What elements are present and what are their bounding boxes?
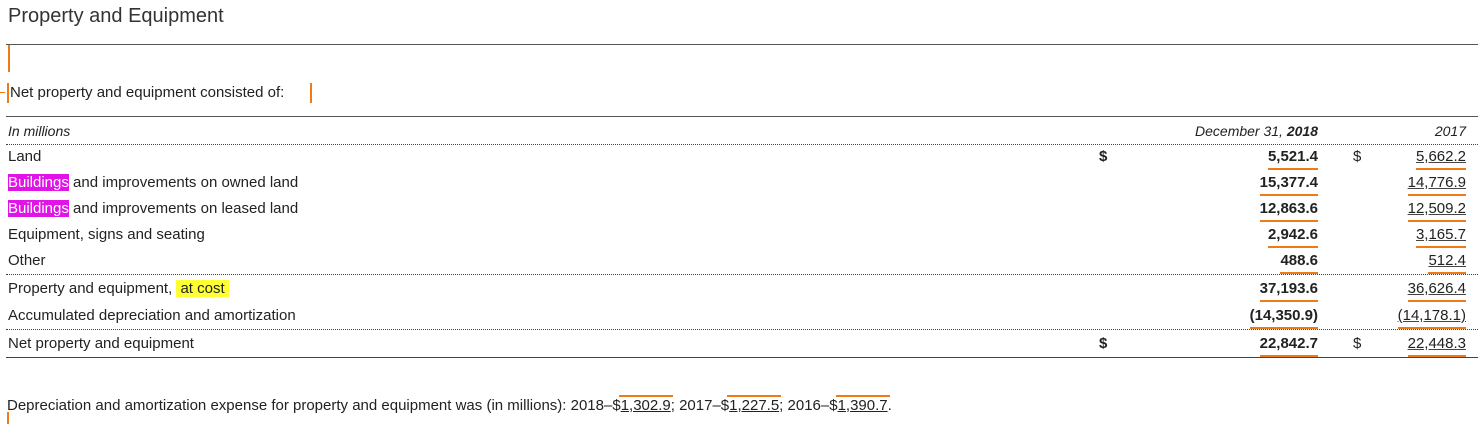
row-label: Net property and equipment [8,335,194,352]
value-2017-text: (14,178.1) [1397,307,1467,329]
text-cursor-marker [8,45,10,72]
value-2018: 12,863.6 [1259,196,1319,222]
table-row: Other 488.6 512.4 [6,248,1478,275]
value-2018: 15,377.4 [1259,170,1319,196]
value-2017: 512.4 [1428,248,1466,274]
value-2018-text: 22,842.7 [1259,335,1319,357]
row-label: Other [8,252,46,269]
intro-text: Net property and equipment consisted of: [10,84,285,101]
value-2018-text: 15,377.4 [1259,174,1319,196]
row-label: Buildings and improvements on leased lan… [8,196,298,222]
value-2018: 5,521.4 [1267,144,1319,170]
value-2017: 22,448.3 [1407,331,1467,357]
value-2018: (14,350.9) [1249,303,1319,329]
column-header-2018: December 31, 2018 [1195,118,1318,144]
value-2017-text: 12,509.2 [1407,200,1467,222]
value-2017: 5,662.2 [1415,144,1467,170]
footnote-amount-2017: 1,227.5 [727,395,782,414]
search-highlight: Buildings [8,200,69,217]
value-2017-text: 3,165.7 [1415,226,1467,248]
value-2018-text: 488.6 [1280,252,1318,274]
footnote-text: ; 2016–$ [779,397,838,414]
table-row-total: Net property and equipment $ 22,842.7 $ … [6,331,1478,358]
search-highlight: Buildings [8,174,69,191]
footnote-amount-2018: 1,302.9 [618,395,673,414]
value-2018: 37,193.6 [1259,276,1319,302]
value-2017: 3,165.7 [1415,222,1467,248]
value-2017-text: 512.4 [1428,252,1466,274]
text-cursor-marker [7,412,9,424]
value-2018-text: (14,350.9) [1249,307,1319,329]
text-cursor-tick [0,92,5,93]
table-row: Property and equipment, at cost 37,193.6… [6,276,1478,302]
currency-symbol-2018: $ [1099,335,1108,352]
table-row: Land $ 5,521.4 $ 5,662.2 [6,144,1478,170]
value-2018: 22,842.7 [1259,331,1319,357]
currency-symbol-2017: $ [1353,335,1362,352]
table-row: Equipment, signs and seating 2,942.6 3,1… [6,222,1478,248]
page-title: Property and Equipment [8,5,224,27]
value-2017-text: 14,776.9 [1407,174,1467,196]
footnote-text: ; 2017–$ [670,397,730,414]
value-2018: 2,942.6 [1267,222,1319,248]
value-2017-text: 22,448.3 [1407,335,1467,357]
footnote-text: . [887,397,892,414]
row-label: Property and equipment, at cost [8,276,229,302]
row-label: Land [8,144,41,170]
table-top-rule [6,116,1478,117]
label-text: Property and equipment, [8,280,177,297]
value-2018-text: 2,942.6 [1267,226,1319,248]
table-row: Buildings and improvements on leased lan… [6,196,1478,222]
value-2018-text: 37,193.6 [1259,280,1319,302]
text-cursor-marker [7,83,9,103]
currency-symbol-2018: $ [1099,148,1108,165]
table-header-row: In millions December 31, 2018 2017 [6,118,1478,145]
column-header-2017: 2017 [1434,123,1466,139]
currency-symbol-2017: $ [1353,148,1362,165]
value-2017: 14,776.9 [1407,170,1467,196]
text-cursor-marker [310,83,312,103]
title-divider [6,44,1478,45]
value-2017: (14,178.1) [1397,303,1467,329]
label-text: and improvements on owned land [68,174,299,191]
label-text: and improvements on leased land [68,200,299,217]
value-2018-text: 5,521.4 [1267,148,1319,170]
label-text: Land [8,148,42,165]
footnote-text: Depreciation and amortization expense fo… [7,397,621,414]
footnote-amount-2016: 1,390.7 [835,395,890,414]
value-2018-text: 12,863.6 [1259,200,1319,222]
column-header-date: December 31, [1195,123,1287,139]
value-2017-text: 36,626.4 [1407,280,1467,302]
value-2018: 488.6 [1280,248,1318,274]
row-label: Equipment, signs and seating [8,226,205,243]
depreciation-footnote: Depreciation and amortization expense fo… [7,395,892,414]
row-label: Accumulated depreciation and amortizatio… [8,307,296,324]
value-2017-text: 5,662.2 [1415,148,1467,170]
value-2017: 12,509.2 [1407,196,1467,222]
table-row: Buildings and improvements on owned land… [6,170,1478,196]
row-label: Buildings and improvements on owned land [8,170,298,196]
column-header-year-2018: 2018 [1286,123,1318,139]
table-row: Accumulated depreciation and amortizatio… [6,303,1478,330]
value-2017: 36,626.4 [1407,276,1467,302]
search-highlight: at cost [176,280,229,297]
units-label: In millions [8,123,71,139]
